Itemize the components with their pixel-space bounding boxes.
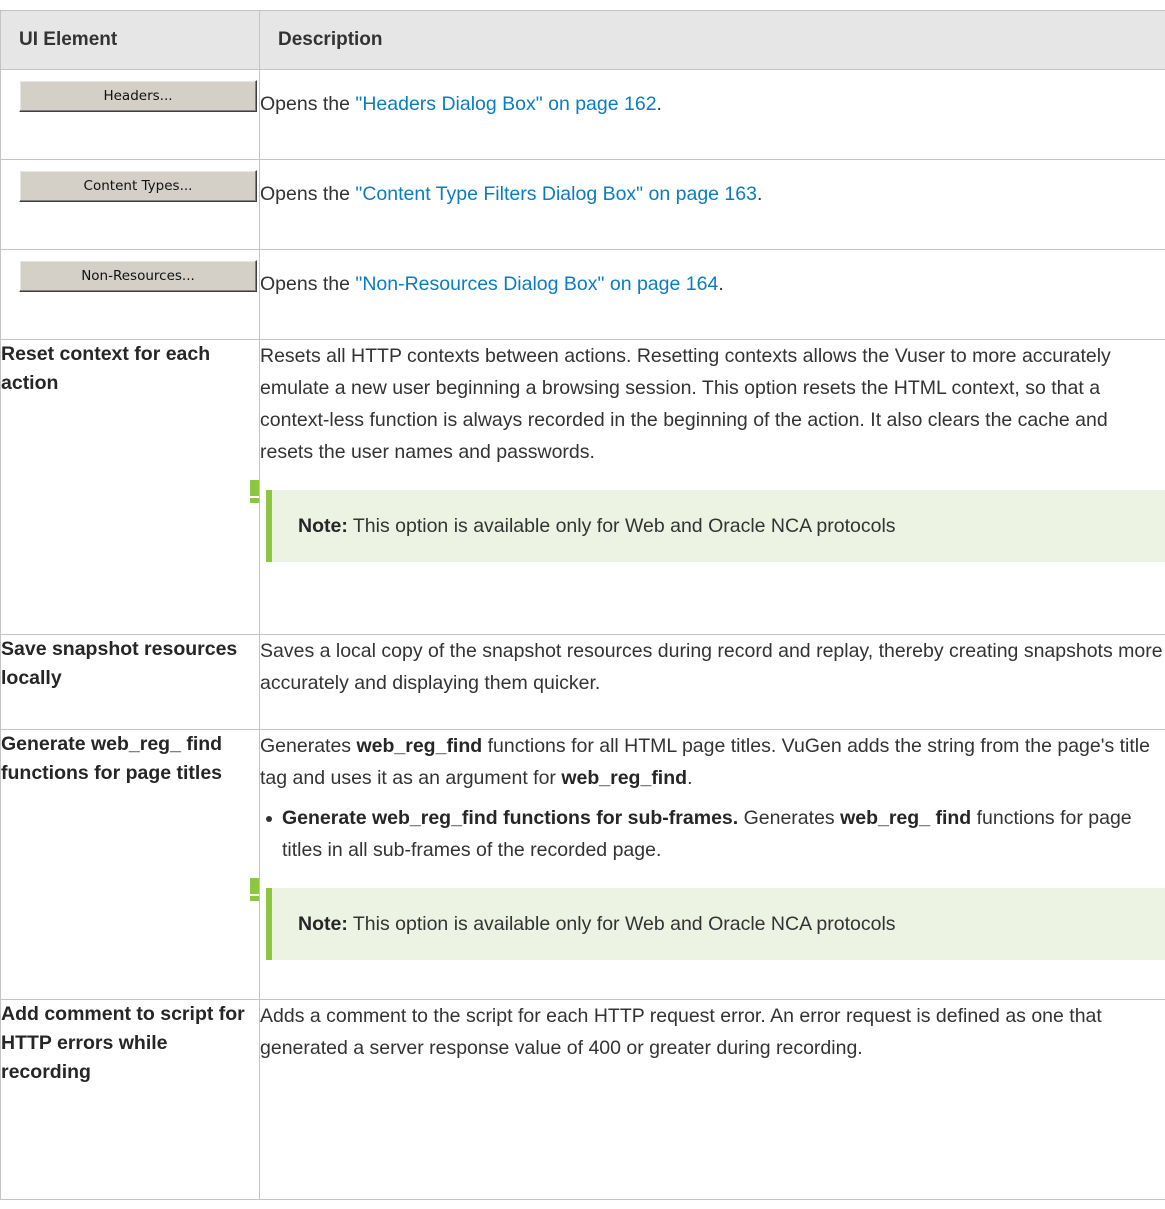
column-header-description: Description (259, 10, 1165, 70)
element-name: Reset context for each action (0, 339, 260, 635)
table-row: Generate web_reg_ find functions for pag… (0, 729, 1165, 1000)
note-text: This option is available only for Web an… (347, 515, 896, 537)
description-cell: Adds a comment to the script for each HT… (259, 999, 1165, 1200)
element-name: Add comment to script for HTTP errors wh… (0, 999, 260, 1200)
description-text: . (756, 183, 763, 205)
headers-dialog-link[interactable]: "Headers Dialog Box" on page 162 (355, 93, 656, 115)
content-types-button[interactable]: Content Types... (19, 170, 257, 202)
description-cell: Opens the "Headers Dialog Box" on page 1… (259, 69, 1165, 160)
non-resources-dialog-link[interactable]: "Non-Resources Dialog Box" on page 164 (355, 273, 718, 295)
option-list: Generate web_reg_find functions for sub-… (260, 802, 1165, 866)
description-text: Adds a comment to the script for each HT… (260, 1005, 1102, 1059)
description-cell: Opens the "Non-Resources Dialog Box" on … (259, 249, 1165, 340)
exclamation-icon (250, 878, 259, 901)
description-text: Saves a local copy of the snapshot resou… (260, 640, 1163, 694)
description-cell: Saves a local copy of the snapshot resou… (259, 634, 1165, 730)
list-item: Generate web_reg_find functions for sub-… (266, 802, 1165, 866)
content-type-filters-link[interactable]: "Content Type Filters Dialog Box" on pag… (355, 183, 757, 205)
options-table: UI Element Description Headers... Opens … (0, 10, 1165, 1200)
table-row: Reset context for each action Resets all… (0, 339, 1165, 635)
description-text: . (718, 273, 724, 295)
description-text: Resets all HTTP contexts between actions… (260, 345, 1111, 463)
description-text: Opens the (260, 93, 356, 115)
headers-button[interactable]: Headers... (19, 80, 257, 112)
table-row: Headers... Opens the "Headers Dialog Box… (0, 69, 1165, 160)
note-label: Note: (298, 913, 348, 935)
description-cell: Generates web_reg_find functions for all… (250, 729, 1165, 1000)
note-text: This option is available only for Web an… (347, 913, 896, 935)
table-row: Save snapshot resources locally Saves a … (0, 634, 1165, 730)
note-box: Note: This option is available only for … (250, 878, 1165, 960)
element-name: Generate web_reg_ find functions for pag… (0, 729, 260, 1000)
description-text: Opens the (260, 183, 356, 205)
description-text: Opens the (260, 273, 356, 295)
element-name: Save snapshot resources locally (0, 634, 260, 730)
description-text: Generates web_reg_find functions for all… (260, 735, 1150, 789)
column-header-ui-element: UI Element (0, 10, 260, 70)
table-row: Content Types... Opens the "Content Type… (0, 159, 1165, 250)
description-text: . (656, 93, 662, 115)
description-cell: Opens the "Content Type Filters Dialog B… (259, 159, 1165, 250)
table-header-row: UI Element Description (0, 10, 1165, 70)
note-label: Note: (298, 515, 348, 537)
table-row: Non-Resources... Opens the "Non-Resource… (0, 249, 1165, 340)
table-row: Add comment to script for HTTP errors wh… (0, 999, 1165, 1200)
description-cell: Resets all HTTP contexts between actions… (250, 339, 1165, 635)
note-box: Note: This option is available only for … (250, 480, 1165, 562)
exclamation-icon (250, 480, 259, 503)
non-resources-button[interactable]: Non-Resources... (19, 260, 257, 292)
